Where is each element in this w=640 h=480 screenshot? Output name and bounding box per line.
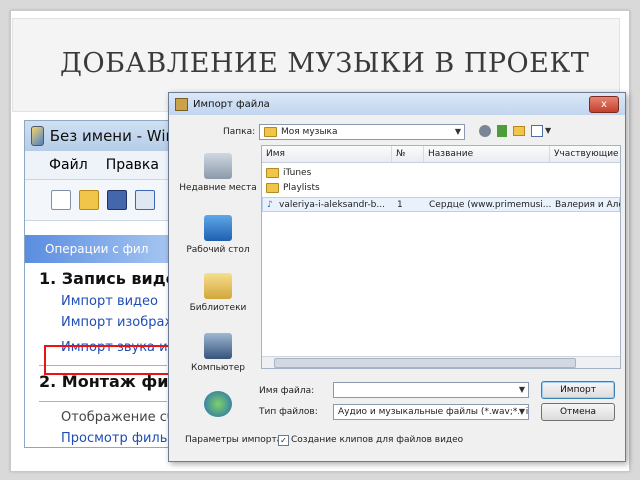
list-item[interactable]: Playlists bbox=[262, 181, 620, 196]
place-libraries[interactable]: Библиотеки bbox=[177, 273, 259, 313]
column-title[interactable]: Название bbox=[424, 146, 550, 162]
desktop-icon bbox=[204, 215, 232, 241]
movie-maker-title: Без имени - Win bbox=[49, 127, 175, 145]
import-file-dialog: Импорт файла x Папка: Моя музыка ▼ ▼ Нед… bbox=[168, 92, 626, 462]
folder-value: Моя музыка bbox=[281, 127, 338, 137]
save-icon[interactable] bbox=[107, 190, 127, 210]
view-menu-icon[interactable] bbox=[531, 125, 543, 137]
list-item[interactable]: iTunes bbox=[262, 166, 620, 181]
libraries-icon bbox=[204, 273, 232, 299]
movie-maker-toolbar bbox=[25, 180, 175, 221]
file-list-header: Имя № Название Участвующие и bbox=[262, 146, 620, 163]
place-recent[interactable]: Недавние места bbox=[177, 153, 259, 193]
tasks-header: Операции с фил bbox=[25, 235, 175, 263]
link-import-video[interactable]: Импорт видео bbox=[25, 294, 175, 309]
chevron-down-icon: ▼ bbox=[518, 385, 525, 394]
filetype-label: Тип файлов: bbox=[259, 407, 318, 417]
movie-maker-menubar: Файл Правка bbox=[25, 151, 175, 180]
link-show-storyboard[interactable]: Отображение сбо bbox=[25, 410, 175, 425]
new-file-icon[interactable] bbox=[51, 190, 71, 210]
link-preview-movie[interactable]: Просмотр фильм bbox=[25, 431, 175, 446]
back-icon[interactable] bbox=[479, 125, 491, 137]
movie-maker-titlebar: Без имени - Win bbox=[25, 121, 175, 151]
step-capture-video: 1. Запись виде bbox=[39, 269, 176, 288]
cancel-button[interactable]: Отмена bbox=[541, 403, 615, 421]
scrollbar-thumb[interactable] bbox=[274, 358, 576, 368]
dialog-title: Импорт файла bbox=[193, 98, 270, 110]
column-name[interactable]: Имя bbox=[262, 146, 392, 162]
column-artists[interactable]: Участвующие и bbox=[550, 146, 620, 162]
filetype-select[interactable]: Аудио и музыкальные файлы (*.wav;*.aif;*… bbox=[333, 404, 529, 420]
close-button[interactable]: x bbox=[589, 96, 619, 113]
folder-icon bbox=[264, 127, 277, 137]
recent-places-icon bbox=[204, 153, 232, 179]
new-folder-icon[interactable] bbox=[513, 126, 525, 136]
network-icon bbox=[204, 391, 232, 417]
import-button[interactable]: Импорт bbox=[541, 381, 615, 399]
folder-icon bbox=[266, 167, 279, 178]
place-computer[interactable]: Компьютер bbox=[177, 333, 259, 373]
folder-select[interactable]: Моя музыка ▼ bbox=[259, 124, 465, 140]
import-params-label: Параметры импорта: bbox=[185, 435, 286, 445]
menu-file[interactable]: Файл bbox=[49, 157, 88, 173]
place-network[interactable] bbox=[177, 391, 259, 421]
dialog-icon bbox=[175, 97, 188, 111]
places-bar: Недавние места Рабочий стол Библиотеки К… bbox=[177, 143, 259, 433]
open-folder-icon[interactable] bbox=[79, 190, 99, 210]
chevron-down-icon: ▼ bbox=[518, 407, 525, 416]
file-list: Имя № Название Участвующие и iTunes Play… bbox=[261, 145, 621, 369]
folder-icon bbox=[266, 182, 279, 193]
folder-label: Папка: bbox=[223, 127, 256, 137]
audio-file-icon: ♪ bbox=[267, 200, 273, 210]
horizontal-scrollbar[interactable] bbox=[262, 356, 620, 368]
create-clips-checkbox[interactable]: ✓ bbox=[278, 435, 289, 446]
place-desktop[interactable]: Рабочий стол bbox=[177, 215, 259, 255]
slide-title: ДОБАВЛЕНИЕ МУЗЫКИ В ПРОЕКТ bbox=[60, 48, 590, 79]
up-folder-icon[interactable] bbox=[497, 125, 507, 137]
menu-edit[interactable]: Правка bbox=[106, 157, 159, 173]
computer-icon bbox=[204, 333, 232, 359]
view-dropdown-icon[interactable]: ▼ bbox=[545, 126, 551, 135]
highlight-import-audio bbox=[44, 345, 176, 375]
movie-maker-window: Без имени - Win Файл Правка Операции с ф… bbox=[24, 120, 176, 448]
create-clips-label: Создание клипов для файлов видео bbox=[291, 435, 464, 445]
column-number[interactable]: № bbox=[392, 146, 424, 162]
filename-label: Имя файла: bbox=[259, 386, 315, 396]
movie-maker-app-icon bbox=[31, 126, 44, 146]
separator bbox=[39, 401, 167, 402]
dialog-titlebar: Импорт файла x bbox=[169, 93, 625, 115]
undo-icon[interactable] bbox=[135, 190, 155, 210]
filename-input[interactable]: ▼ bbox=[333, 382, 529, 398]
link-import-pictures[interactable]: Импорт изображ bbox=[25, 315, 175, 330]
chevron-down-icon: ▼ bbox=[454, 127, 461, 136]
list-item-selected[interactable]: ♪ valeriya-i-aleksandr-b... 1 Сердце (www… bbox=[262, 197, 620, 212]
